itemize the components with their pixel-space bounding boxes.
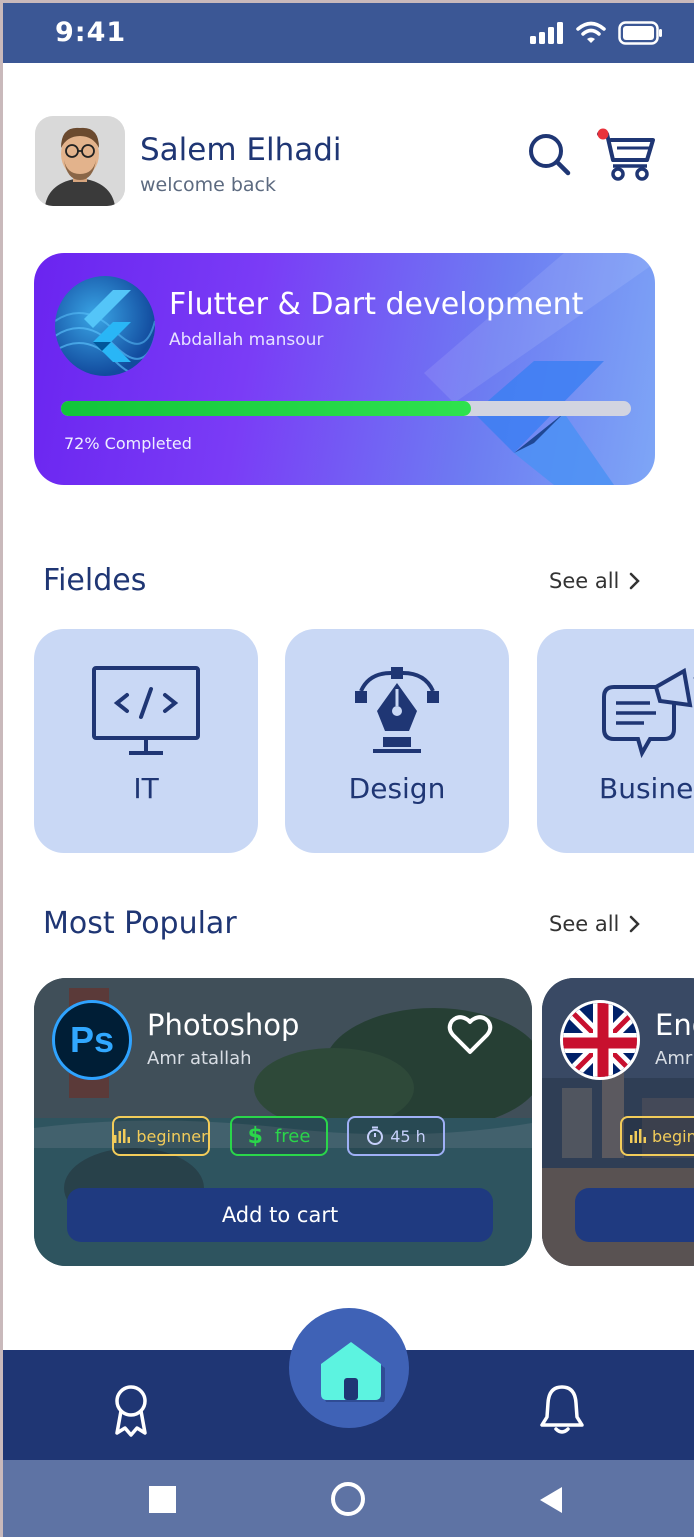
add-to-cart-button[interactable]: Add to cart xyxy=(67,1188,493,1242)
photoshop-logo: Ps xyxy=(52,1000,132,1080)
bell-icon[interactable] xyxy=(539,1383,585,1435)
signal-icon xyxy=(530,22,563,44)
level-tag: beginner xyxy=(112,1116,210,1156)
field-card-it[interactable]: IT xyxy=(34,629,258,853)
course-title: Flutter & Dart development xyxy=(169,287,584,322)
status-icons xyxy=(530,21,664,45)
popular-course-title: Eng xyxy=(655,1008,694,1042)
back-button[interactable] xyxy=(540,1487,562,1513)
progress-bar xyxy=(61,401,631,416)
current-course-card[interactable]: Flutter & Dart development Abdallah mans… xyxy=(34,253,655,485)
status-bar: 9:41 xyxy=(3,3,694,63)
bar-chart-icon xyxy=(630,1129,646,1143)
battery-icon xyxy=(618,21,662,45)
home-button[interactable] xyxy=(289,1308,409,1428)
duration-text: 45 h xyxy=(390,1126,426,1146)
course-author: Abdallah mansour xyxy=(169,330,324,350)
award-icon[interactable] xyxy=(111,1383,151,1439)
user-photo xyxy=(35,116,125,206)
user-name: Salem Elhadi xyxy=(140,132,342,168)
logo-text: Ps xyxy=(69,1019,115,1060)
chevron-right-icon xyxy=(630,572,641,590)
popular-course-author: Amr atallah xyxy=(147,1048,252,1069)
cart-badge xyxy=(597,128,609,140)
popular-course-card-photoshop[interactable]: Ps Photoshop Amr atallah beginner $ free… xyxy=(34,978,532,1266)
uk-flag-icon xyxy=(560,1000,640,1080)
field-label-design: Design xyxy=(348,772,446,805)
level-text: beginner xyxy=(136,1126,208,1146)
duration-tag: 45 h xyxy=(347,1116,445,1156)
progress-fill xyxy=(61,401,472,416)
chevron-right-icon xyxy=(630,915,641,933)
price-text: free xyxy=(274,1125,311,1147)
heart-icon[interactable] xyxy=(447,1014,493,1056)
header: Salem Elhadi welcome back xyxy=(35,116,655,208)
stopwatch-icon xyxy=(367,1126,384,1145)
search-icon[interactable] xyxy=(525,130,573,178)
bar-chart-icon xyxy=(114,1129,131,1143)
add-to-cart-button[interactable] xyxy=(575,1188,694,1242)
dollar-icon: $ xyxy=(247,1123,263,1149)
recents-button[interactable] xyxy=(149,1486,176,1513)
popular-course-title: Photoshop xyxy=(147,1008,300,1042)
welcome-text: welcome back xyxy=(140,174,276,196)
pen-tool-icon xyxy=(355,667,439,753)
system-home-button[interactable] xyxy=(331,1482,365,1516)
cart-icon[interactable] xyxy=(595,126,657,182)
progress-label: 72% Completed xyxy=(64,434,192,453)
popular-course-card-english[interactable]: Eng Amr beginn xyxy=(542,978,694,1266)
popular-course-author: Amr xyxy=(655,1048,693,1069)
avatar[interactable] xyxy=(35,116,125,206)
price-tag: $ free xyxy=(230,1116,328,1156)
fields-see-all[interactable]: See all xyxy=(549,569,641,593)
monitor-code-icon xyxy=(92,666,200,755)
fields-title: Fieldes xyxy=(43,563,147,598)
flutter-logo xyxy=(55,276,155,376)
popular-title: Most Popular xyxy=(43,906,237,941)
field-label-business: Business xyxy=(599,772,694,805)
popular-see-all[interactable]: See all xyxy=(549,912,641,936)
field-card-business[interactable]: Business xyxy=(537,629,694,853)
see-all-label: See all xyxy=(549,569,620,593)
see-all-label: See all xyxy=(549,912,620,936)
wifi-icon xyxy=(576,21,606,43)
level-text: beginn xyxy=(652,1126,694,1146)
system-nav-bar xyxy=(3,1460,694,1537)
phone-screen: 9:41 Salem Elhadi welcome back Flutter &… xyxy=(3,3,694,1537)
level-tag: beginn xyxy=(620,1116,694,1156)
home-icon xyxy=(321,1342,385,1402)
field-card-design[interactable]: Design xyxy=(285,629,509,853)
chat-megaphone-icon xyxy=(602,667,694,759)
status-time: 9:41 xyxy=(55,17,127,48)
field-label-it: IT xyxy=(133,772,159,805)
